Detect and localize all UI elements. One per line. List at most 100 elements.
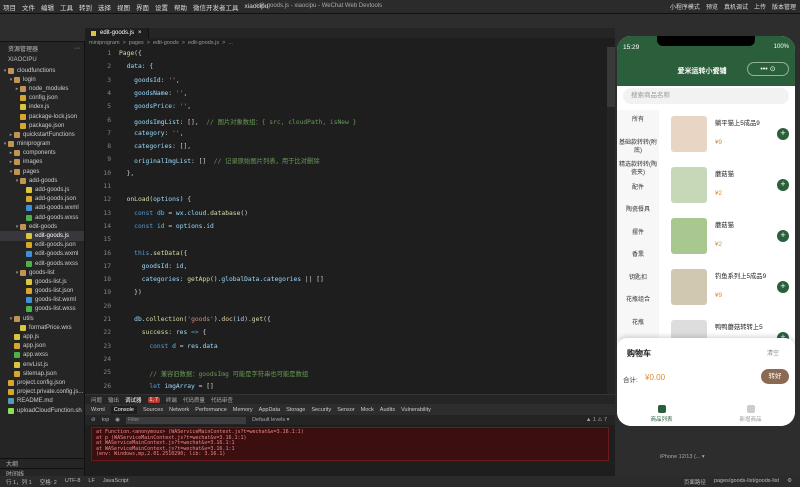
tree-item[interactable]: app.wxss: [0, 351, 84, 360]
tree-item[interactable]: ▸ components: [0, 149, 84, 158]
tree-item[interactable]: ▸ quickstartFunctions: [0, 130, 84, 139]
panel-tab[interactable]: 输出: [108, 396, 119, 404]
devtools-tab[interactable]: Performance: [195, 407, 227, 413]
tree-item[interactable]: goods-list.wxss: [0, 305, 84, 314]
capsule-menu[interactable]: ••• ⊙: [747, 62, 789, 76]
breadcrumb-part[interactable]: ...: [228, 40, 233, 46]
search-input[interactable]: 搜索商品名称: [623, 88, 789, 104]
context-select[interactable]: top: [102, 417, 110, 423]
breadcrumb-part[interactable]: miniprogram: [89, 40, 120, 46]
menu-item[interactable]: 微信开发者工具: [190, 2, 242, 12]
tab-goods-list[interactable]: 商品列表: [617, 402, 706, 426]
tree-item[interactable]: ▾ miniprogram: [0, 140, 84, 149]
menu-item[interactable]: 编辑: [38, 2, 57, 12]
status-item[interactable]: pages/goods-list/goods-list: [714, 478, 779, 486]
devtools-tab[interactable]: Memory: [233, 407, 253, 413]
close-icon[interactable]: ×: [138, 30, 142, 36]
tree-item[interactable]: ▾ goods-list: [0, 268, 84, 277]
tree-item[interactable]: formatPrice.wxs: [0, 323, 84, 332]
category-item[interactable]: 钥匙扣: [619, 274, 657, 282]
category-item[interactable]: 精选款转转(陶瓷夹): [619, 161, 657, 177]
tree-item[interactable]: edit-goods.wxss: [0, 259, 84, 268]
tree-item[interactable]: goods-list.wxml: [0, 296, 84, 305]
breadcrumb-part[interactable]: >: [222, 40, 225, 46]
breadcrumb-part[interactable]: >: [147, 40, 150, 46]
console-filter-input[interactable]: Filter: [126, 416, 247, 424]
menu-item[interactable]: 工具: [57, 2, 76, 12]
status-item[interactable]: 行 1，列 1: [6, 478, 32, 486]
category-item[interactable]: 基础款转转(附底): [619, 139, 657, 155]
tree-item[interactable]: edit-goods.wxml: [0, 250, 84, 259]
tree-item[interactable]: add-goods.wxss: [0, 213, 84, 222]
tree-item[interactable]: ▾ login: [0, 75, 84, 84]
tree-item[interactable]: add-goods.json: [0, 195, 84, 204]
toolbar-action[interactable]: 预览: [706, 2, 718, 11]
tree-item[interactable]: README.md: [0, 397, 84, 406]
tree-item[interactable]: app.json: [0, 342, 84, 351]
project-header[interactable]: XIAOCIPU: [0, 54, 84, 66]
menu-item[interactable]: 项目: [0, 2, 19, 12]
devtools-tab[interactable]: AppData: [259, 407, 280, 413]
code-area[interactable]: 1 Page({2 data: {3 goodsId: '', 4 goodsNam…: [85, 47, 615, 394]
devtools-tab[interactable]: Wxml: [91, 407, 105, 413]
eye-icon[interactable]: ◉: [115, 417, 120, 423]
category-item[interactable]: 花瓶组合: [619, 296, 657, 304]
tab-add-goods[interactable]: 新增商品: [706, 402, 795, 426]
devtools-tab[interactable]: Sensor: [337, 407, 354, 413]
tree-item[interactable]: uploadCloudFunction.sh: [0, 406, 84, 415]
tree-item[interactable]: ▾ edit-goods: [0, 222, 84, 231]
tree-item[interactable]: package-lock.json: [0, 112, 84, 121]
tree-item[interactable]: package.json: [0, 121, 84, 130]
goods-card[interactable]: 蘑菇猫 ¥2 +: [663, 218, 793, 262]
status-item[interactable]: ⚙: [787, 478, 792, 486]
panel-tab[interactable]: 调试器: [125, 396, 142, 404]
tree-item[interactable]: project.private.config.js...: [0, 388, 84, 397]
tree-item[interactable]: ▾ add-goods: [0, 176, 84, 185]
editor-scrollbar[interactable]: [607, 47, 615, 394]
scrollbar-thumb[interactable]: [607, 47, 615, 107]
panel-tab[interactable]: 问题: [91, 396, 102, 404]
devtools-tab[interactable]: Console: [110, 405, 137, 414]
toolbar-action[interactable]: 版本管理: [772, 2, 796, 11]
device-select[interactable]: iPhone 12/13 (... ▾: [660, 454, 705, 460]
add-to-cart-button[interactable]: +: [777, 281, 789, 293]
tree-item[interactable]: edit-goods.js: [0, 231, 84, 241]
menu-item[interactable]: 视图: [114, 2, 133, 12]
devtools-tab[interactable]: Storage: [286, 407, 305, 413]
breadcrumb-part[interactable]: edit-goods.js: [188, 40, 219, 46]
status-item[interactable]: UTF-8: [65, 478, 81, 486]
devtools-tab[interactable]: Sources: [143, 407, 163, 413]
toolbar-action[interactable]: 上传: [754, 2, 766, 11]
checkout-button[interactable]: 转好: [761, 369, 789, 384]
category-item[interactable]: 花瓶: [619, 319, 657, 327]
breadcrumb-part[interactable]: edit-goods: [153, 40, 179, 46]
category-item[interactable]: 陶瓷餐具: [619, 206, 657, 214]
tree-item[interactable]: config.json: [0, 94, 84, 103]
goods-card[interactable]: 蘑菇猫 ¥2 +: [663, 167, 793, 211]
panel-tab[interactable]: 代码质量: [183, 396, 205, 404]
goods-card[interactable]: 躺平猫上5成品9 ¥9 +: [663, 116, 793, 160]
panel-tab[interactable]: 代码审查: [211, 396, 233, 404]
tree-item[interactable]: envList.js: [0, 360, 84, 369]
tree-item[interactable]: goods-list.js: [0, 277, 84, 286]
breadcrumb-part[interactable]: >: [123, 40, 126, 46]
devtools-tab[interactable]: Audits: [380, 407, 395, 413]
add-to-cart-button[interactable]: +: [777, 230, 789, 242]
toolbar-action[interactable]: 小程序模式: [670, 2, 700, 11]
devtools-tab[interactable]: Mock: [361, 407, 374, 413]
menu-item[interactable]: 文件: [19, 2, 38, 12]
tree-item[interactable]: app.js: [0, 332, 84, 341]
tree-item[interactable]: project.config.json: [0, 378, 84, 387]
status-item[interactable]: 空格: 2: [40, 478, 57, 486]
tree-item[interactable]: edit-goods.json: [0, 241, 84, 250]
devtools-tab[interactable]: Network: [169, 407, 189, 413]
menu-item[interactable]: 设置: [152, 2, 171, 12]
add-to-cart-button[interactable]: +: [777, 128, 789, 140]
category-item[interactable]: 配件: [619, 184, 657, 192]
outline-section[interactable]: 大纲: [0, 458, 85, 468]
add-to-cart-button[interactable]: +: [777, 179, 789, 191]
menu-item[interactable]: 界面: [133, 2, 152, 12]
status-item[interactable]: LF: [88, 478, 94, 486]
more-icon[interactable]: ⋯: [74, 45, 80, 52]
tree-item[interactable]: ▸ node_modules: [0, 84, 84, 93]
